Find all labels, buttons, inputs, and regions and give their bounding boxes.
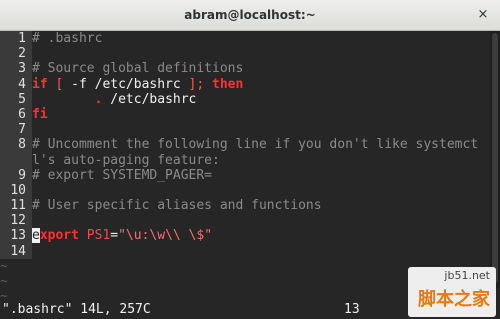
code-token: # Source global definitions: [32, 61, 244, 77]
line-content: # export SYSTEMD_PAGER=: [32, 168, 490, 183]
code-line[interactable]: 6 fi: [0, 106, 490, 123]
terminal-window: abram@localhost:~ × 1 # .bashrc 2 3 # Source…: [0, 0, 500, 319]
code-token: "\u:\w\\ \$": [118, 228, 213, 244]
line-content: l's auto-paging feature:: [32, 153, 490, 168]
line-content: [32, 46, 490, 61]
line-content: [32, 244, 490, 259]
code-line[interactable]: 10: [0, 182, 490, 199]
code-line[interactable]: 12: [0, 213, 490, 229]
line-number: 12: [0, 213, 32, 229]
code-token: if: [32, 76, 48, 92]
tilde: ~: [0, 274, 8, 289]
code-line[interactable]: 14: [0, 243, 490, 259]
line-number: 13: [0, 228, 32, 244]
line-number: 8: [0, 137, 32, 153]
line-number: 2: [0, 46, 32, 62]
line-number: [0, 152, 32, 168]
code-token: # export SYSTEMD_PAGER=: [32, 167, 213, 183]
code-line[interactable]: 8 # Uncomment the following line if you d…: [0, 137, 490, 153]
line-number: 1: [0, 31, 32, 47]
code-token: PS1: [86, 228, 111, 244]
title-bar[interactable]: abram@localhost:~ ×: [0, 0, 500, 31]
code-line[interactable]: 1 # .bashrc: [0, 31, 490, 47]
code-line[interactable]: 2: [0, 46, 490, 62]
line-content: [32, 183, 490, 198]
line-content: # Uncomment the following line if you do…: [32, 137, 490, 152]
line-number: 5: [0, 91, 32, 107]
watermark-brand: 脚本之家: [418, 289, 490, 310]
code-token: # .bashrc: [32, 31, 103, 46]
line-number: 10: [0, 182, 32, 199]
line-number: 7: [0, 122, 32, 138]
line-content: if [ -f /etc/bashrc ]; then: [32, 77, 490, 92]
vim-editor[interactable]: 1 # .bashrc 2 3 # Source global definitions 4…: [0, 31, 490, 304]
line-content: # User specific aliases and functions: [32, 198, 490, 213]
code-token: -f /etc/bashrc: [71, 76, 189, 92]
code-line[interactable]: 4 if [ -f /etc/bashrc ]; then: [0, 76, 490, 92]
line-number: 4: [0, 76, 32, 92]
scrollbar[interactable]: [490, 31, 500, 288]
code-line[interactable]: 11 # User specific aliases and functions: [0, 198, 490, 214]
code-line[interactable]: 3 # Source global definitions: [0, 61, 490, 77]
close-button[interactable]: ×: [474, 6, 492, 24]
line-number: 14: [0, 243, 32, 259]
code-line[interactable]: 13 export PS1="\u:\w\\ \$": [0, 228, 490, 244]
line-number: 3: [0, 61, 32, 77]
code-line[interactable]: 5 . /etc/bashrc: [0, 91, 490, 107]
watermark-site: jb51.net: [444, 269, 490, 282]
file-info: ".bashrc" 14L, 257C: [2, 302, 151, 317]
line-content: # .bashrc: [32, 31, 490, 46]
code-token: /etc/bashrc: [102, 91, 197, 107]
line-number: 6: [0, 106, 32, 123]
line-content: . /etc/bashrc: [32, 92, 490, 107]
line-number: 11: [0, 198, 32, 214]
code-token: fi: [32, 106, 48, 122]
code-token: then: [212, 76, 244, 92]
window-title: abram@localhost:~: [184, 8, 316, 22]
line-content: fi: [32, 107, 490, 122]
code-token: # Uncomment the following line if you do…: [32, 137, 479, 153]
code-line[interactable]: 9 # export SYSTEMD_PAGER=: [0, 167, 490, 183]
line-content: [32, 213, 490, 228]
tilde: ~: [0, 258, 8, 274]
line-content: [32, 122, 490, 137]
code-token: =: [110, 228, 119, 244]
site-watermark: jb51.net 脚本之家: [408, 267, 496, 317]
code-token: xport: [39, 228, 79, 244]
line-content: # Source global definitions: [32, 61, 490, 76]
wrapped-line[interactable]: l's auto-paging feature:: [0, 152, 490, 168]
code-token: ];: [188, 76, 205, 92]
code-token: l's auto-paging feature:: [32, 152, 220, 168]
code-lines: 1 # .bashrc 2 3 # Source global definitions 4…: [0, 31, 490, 259]
cursor-position: 13: [344, 302, 360, 317]
scrollbar-thumb[interactable]: [492, 33, 498, 283]
line-content: export PS1="\u:\w\\ \$": [32, 228, 490, 244]
code-token: [: [47, 76, 72, 92]
code-token: # User specific aliases and functions: [32, 198, 322, 214]
text-cursor: e: [32, 228, 40, 244]
code-line[interactable]: 7: [0, 122, 490, 138]
line-number: 9: [0, 167, 32, 183]
